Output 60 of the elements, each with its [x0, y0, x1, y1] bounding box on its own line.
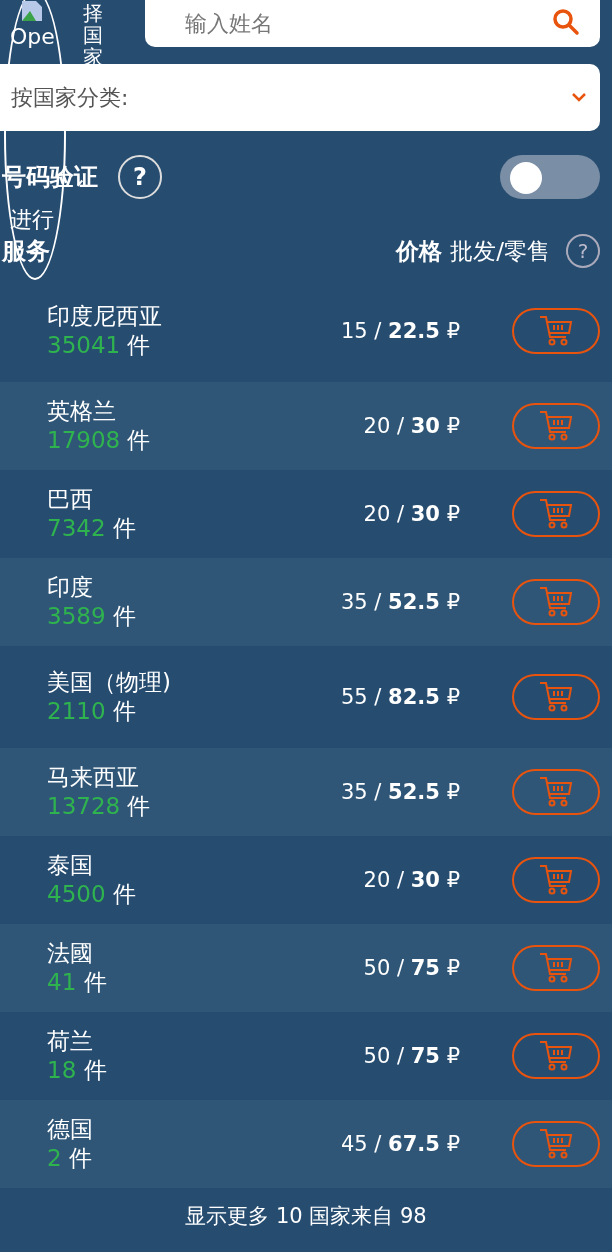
number-count: 18 件 [47, 1056, 108, 1085]
show-more-link[interactable]: 显示更多 10 国家来自 98 [0, 1188, 612, 1230]
number-count: 3589 件 [47, 602, 137, 631]
cart-button[interactable] [512, 403, 600, 449]
cart-icon [539, 864, 573, 896]
number-count: 35041 件 [47, 331, 152, 360]
number-count: 7342 件 [47, 514, 137, 543]
search-icon[interactable] [552, 8, 580, 36]
cart-button[interactable] [512, 769, 600, 815]
category-dropdown[interactable]: 按国家分类: [0, 64, 600, 131]
cart-button[interactable] [512, 1121, 600, 1167]
search-field[interactable]: 输入姓名 [145, 0, 600, 47]
price-text: 50 / 75 ₽ [363, 956, 460, 980]
price-text: 35 / 52.5 ₽ [340, 590, 460, 614]
cart-button[interactable] [512, 579, 600, 625]
country-name: 英格兰 [47, 397, 117, 426]
cart-icon [539, 586, 573, 618]
cart-button[interactable] [512, 857, 600, 903]
cart-icon [539, 952, 573, 984]
number-count: 4500 件 [47, 880, 137, 909]
cart-button[interactable] [512, 945, 600, 991]
country-name: 德国 [47, 1115, 94, 1144]
country-name: 荷兰 [47, 1027, 94, 1056]
cart-icon [539, 1128, 573, 1160]
cart-icon [539, 410, 573, 442]
price-text: 20 / 30 ₽ [363, 502, 460, 526]
country-name: 马来西亚 [47, 763, 140, 792]
price-text: 15 / 22.5 ₽ [340, 319, 460, 343]
country-name: 美国（物理) [47, 668, 172, 697]
cart-button[interactable] [512, 1033, 600, 1079]
price-header: 价格 批发/零售 [396, 236, 550, 266]
number-count: 2 件 [47, 1144, 93, 1173]
toggle-switch[interactable] [500, 155, 600, 199]
number-count: 17908 件 [47, 426, 152, 455]
cart-icon [539, 498, 573, 530]
country-name: 法國 [47, 939, 94, 968]
country-name: 巴西 [47, 485, 94, 514]
cart-button[interactable] [512, 308, 600, 354]
cart-icon [539, 1040, 573, 1072]
price-text: 20 / 30 ₽ [363, 414, 460, 438]
help-button[interactable]: ? [118, 155, 162, 199]
cart-icon [539, 315, 573, 347]
broken-image-icon [21, 0, 44, 22]
number-count: 2110 件 [47, 697, 137, 726]
price-text: 50 / 75 ₽ [363, 1044, 460, 1068]
cart-button[interactable] [512, 491, 600, 537]
cart-icon [539, 681, 573, 713]
cart-icon [539, 776, 573, 808]
number-count: 13728 件 [47, 792, 152, 821]
cart-button[interactable] [512, 674, 600, 720]
price-text: 20 / 30 ₽ [363, 868, 460, 892]
price-text: 55 / 82.5 ₽ [340, 685, 460, 709]
chevron-down-icon [572, 93, 586, 102]
help-button[interactable]: ? [566, 234, 600, 268]
number-count: 41 件 [47, 968, 108, 997]
country-name: 泰国 [47, 851, 94, 880]
country-name: 印度 [47, 573, 94, 602]
country-name: 印度尼西亚 [47, 302, 163, 331]
price-text: 35 / 52.5 ₽ [340, 780, 460, 804]
price-text: 45 / 67.5 ₽ [340, 1132, 460, 1156]
